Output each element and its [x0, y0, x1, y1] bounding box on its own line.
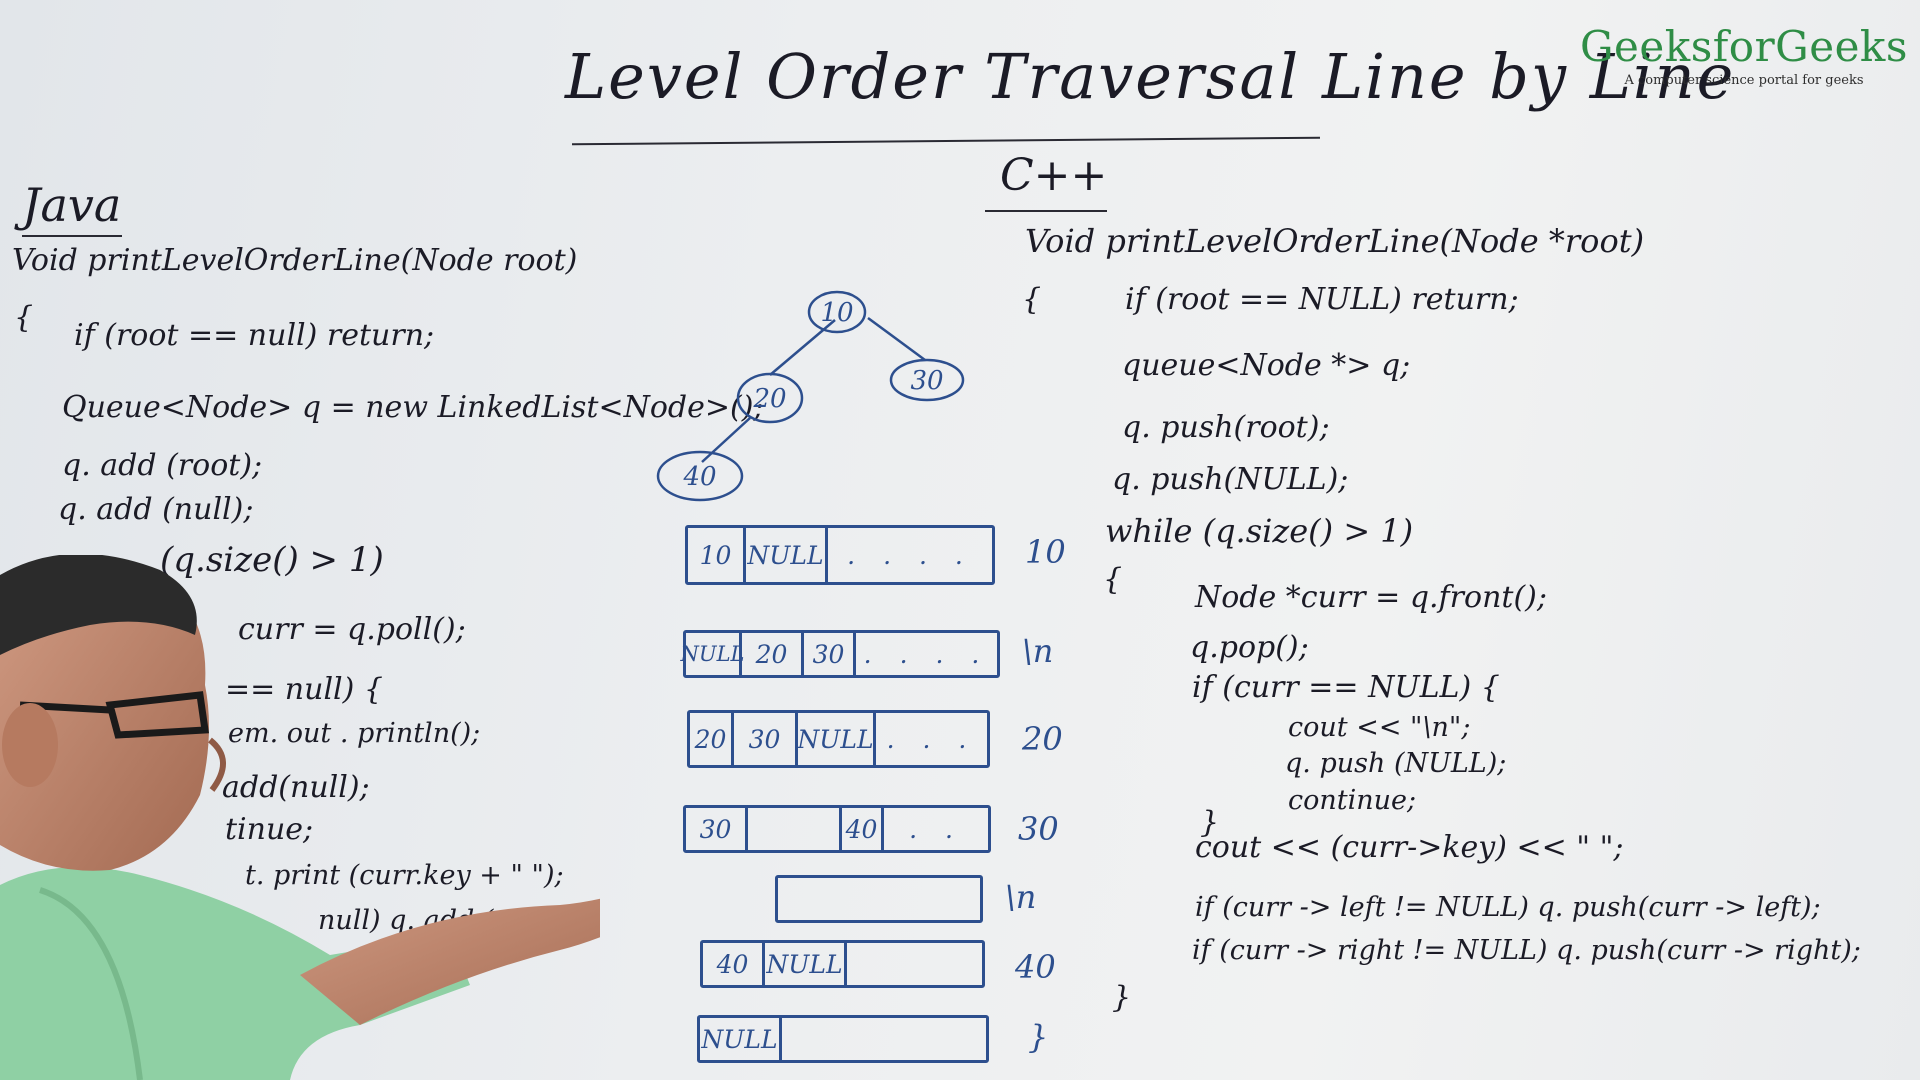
java-line-print-key: t. print (curr.key + " ");	[245, 860, 564, 891]
queue-cell	[748, 808, 842, 850]
tree-node-20: 20	[736, 372, 804, 424]
output-2: \n	[1022, 632, 1054, 670]
java-heading-underline	[22, 235, 122, 237]
queue-cell: NULL	[765, 943, 847, 985]
cpp-line-cout-key: cout << (curr->key) << " ";	[1195, 830, 1624, 865]
cpp-line-while: while (q.size() > 1)	[1105, 512, 1414, 550]
queue-cell: NULL	[797, 713, 876, 765]
java-line-println: em. out . println();	[228, 718, 481, 749]
cpp-line-continue: continue;	[1288, 785, 1417, 816]
cpp-heading: C++	[1000, 150, 1108, 201]
tree-node-10: 10	[807, 290, 867, 334]
geeksforgeeks-logo: GeeksforGeeks A computer science portal …	[1580, 22, 1908, 88]
queue-tail: . . . .	[863, 639, 990, 669]
java-line-add-left: null) q. add (curr.	[318, 905, 558, 936]
cpp-line-signature: Void printLevelOrderLine(Node *root)	[1025, 222, 1645, 260]
cpp-line-open-brace: {	[1022, 282, 1042, 317]
edge-10-20	[769, 319, 836, 376]
cpp-line-pop: q.pop();	[1190, 630, 1309, 665]
cpp-line-if-null: if (curr == NULL) {	[1192, 670, 1500, 705]
queue-state-7: NULL	[697, 1015, 989, 1063]
java-line-continue: tinue;	[225, 812, 314, 847]
queue-cell: 30	[804, 633, 856, 675]
tree-node-10-label: 10	[820, 298, 853, 328]
java-heading: Java	[22, 178, 122, 232]
queue-cell: 30	[734, 713, 798, 765]
output-7: }	[1028, 1018, 1049, 1056]
cpp-heading-underline	[985, 210, 1107, 212]
queue-state-1: 10 NULL . . . .	[685, 525, 995, 585]
output-4: 30	[1018, 810, 1059, 848]
queue-cell: 20	[742, 633, 804, 675]
cpp-line-null-check: if (root == NULL) return;	[1125, 282, 1519, 317]
java-line-add-null-2: add(null);	[222, 770, 370, 805]
queue-tail	[782, 1018, 986, 1060]
tree-node-20-label: 20	[752, 384, 786, 414]
cpp-line-while-brace: {	[1103, 562, 1123, 597]
java-line-add-null: q. add (null);	[58, 492, 254, 527]
cpp-line-push-null: q. push(NULL);	[1112, 462, 1349, 497]
whiteboard-title: Level Order Traversal Line by Line	[565, 40, 1736, 113]
queue-cell: 30	[686, 808, 748, 850]
output-3: 20	[1022, 720, 1063, 758]
output-5: \n	[1005, 878, 1037, 916]
presenter-ear	[2, 703, 58, 787]
edge-20-40	[701, 417, 751, 463]
queue-cell: 10	[688, 528, 746, 582]
queue-tail: . . . .	[847, 540, 973, 570]
queue-cell: 20	[690, 713, 734, 765]
queue-state-4: 30 40 . .	[683, 805, 991, 853]
java-line-if-null: == null) {	[225, 672, 383, 707]
java-line-signature: Void printLevelOrderLine(Node root)	[12, 243, 578, 278]
queue-tail: . .	[909, 814, 963, 844]
java-line-null-check: if (root == null) return;	[74, 318, 435, 353]
queue-cell: NULL	[700, 1018, 782, 1060]
cpp-line-close-brace: }	[1112, 980, 1132, 1015]
tree-node-30: 30	[889, 358, 965, 402]
cpp-line-queue-decl: queue<Node *> q;	[1122, 348, 1411, 383]
java-line-while: (q.size() > 1)	[160, 540, 384, 580]
output-1: 10	[1025, 533, 1066, 571]
java-line-poll: curr = q.poll();	[238, 612, 466, 647]
queue-cell: 40	[703, 943, 765, 985]
queue-state-6: 40 NULL	[700, 940, 985, 988]
cpp-line-push-null-2: q. push (NULL);	[1285, 748, 1507, 779]
queue-tail	[847, 943, 982, 985]
queue-state-3: 20 30 NULL . . .	[687, 710, 990, 768]
queue-state-2: NULL 20 30 . . . .	[681, 630, 1000, 678]
tree-node-30-label: 30	[910, 366, 943, 396]
logo-tagline: A computer science portal for geeks	[1624, 73, 1864, 88]
presenter-shirt	[0, 867, 470, 1080]
cpp-line-cout-newline: cout << "\n";	[1288, 712, 1471, 743]
queue-cell: NULL	[746, 528, 828, 582]
glasses-icon	[19, 691, 210, 739]
title-underline	[572, 136, 1320, 146]
edge-10-30	[867, 316, 926, 362]
cpp-line-push-right: if (curr -> right != NULL) q. push(curr …	[1192, 935, 1861, 966]
queue-tail: . . .	[886, 724, 977, 754]
cpp-line-push-root: q. push(root);	[1122, 410, 1330, 445]
queue-tail	[778, 878, 980, 920]
presenter-head	[0, 555, 226, 871]
java-line-add-right: q. a	[430, 950, 481, 981]
cpp-line-front: Node *curr = q.front();	[1195, 580, 1547, 615]
queue-cell: 40	[842, 808, 884, 850]
queue-state-5	[775, 875, 983, 923]
output-6: 40	[1015, 948, 1056, 986]
java-line-add-root: q. add (root);	[62, 448, 263, 483]
java-line-open-brace: {	[14, 300, 34, 335]
tree-node-40: 40	[656, 450, 744, 502]
logo-name: GeeksforGeeks	[1580, 22, 1908, 71]
tree-node-40-label: 40	[682, 462, 716, 492]
binary-tree: 10 20 30 40	[656, 290, 965, 502]
cpp-line-push-left: if (curr -> left != NULL) q. push(curr -…	[1195, 892, 1821, 923]
queue-cell: NULL	[681, 633, 744, 675]
